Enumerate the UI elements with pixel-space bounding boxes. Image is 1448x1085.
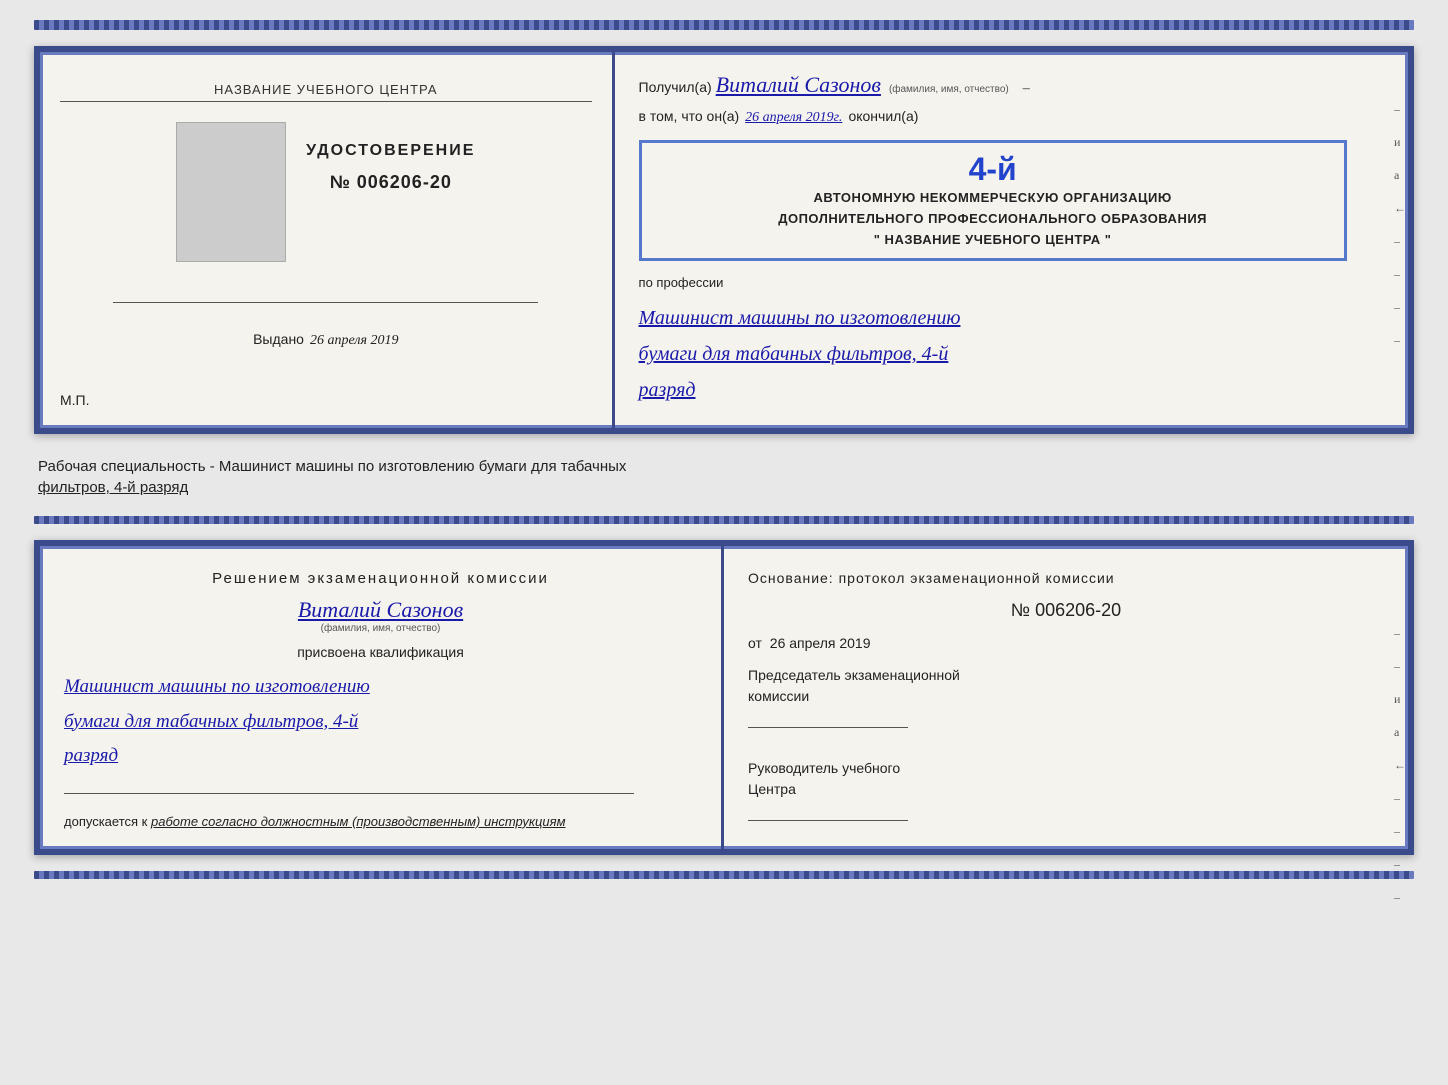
bottom-side-a: а bbox=[1394, 725, 1406, 740]
recipient-line: Получил(а) Виталий Сазонов (фамилия, имя… bbox=[639, 72, 1384, 98]
side-dash1: – bbox=[1394, 102, 1406, 117]
prisvoena-label: присвоена квалификация bbox=[64, 644, 697, 660]
ot-line: от 26 апреля 2019 bbox=[748, 635, 1384, 651]
side-dash3: – bbox=[1394, 267, 1406, 282]
cert-number: № 006206-20 bbox=[330, 172, 452, 193]
bottom-certificate: Решением экзаменационной комиссии Витали… bbox=[34, 540, 1414, 855]
dopuskaetsya-block: допускается к работе согласно должностны… bbox=[64, 814, 697, 829]
dash-right: – bbox=[1023, 81, 1030, 97]
side-arrow: ← bbox=[1394, 201, 1406, 216]
cert-left-panel: НАЗВАНИЕ УЧЕБНОГО ЦЕНТРА УДОСТОВЕРЕНИЕ №… bbox=[40, 52, 615, 428]
ot-prefix: от bbox=[748, 635, 762, 651]
bottom-profession-line1: Машинист машины по изготовлению bbox=[64, 670, 697, 704]
side-i: и bbox=[1394, 135, 1406, 150]
po-professii-label: по профессии bbox=[639, 275, 724, 290]
osnovanie-label: Основание: протокол экзаменационной коми… bbox=[748, 570, 1384, 586]
bottom-profession-block: Машинист машины по изготовлению бумаги д… bbox=[64, 670, 697, 773]
side-dash4: – bbox=[1394, 300, 1406, 315]
between-text-line1: Рабочая специальность - Машинист машины … bbox=[38, 458, 626, 475]
bottom-profession-line3: разряд bbox=[64, 739, 697, 773]
predsedatel-line1: Председатель экзаменационной bbox=[748, 665, 1384, 686]
rukovoditel-line2: Центра bbox=[748, 779, 1384, 800]
side-a: а bbox=[1394, 168, 1406, 183]
bottom-side-dash6: – bbox=[1394, 890, 1406, 905]
stamp-line3: " НАЗВАНИЕ УЧЕБНОГО ЦЕНТРА " bbox=[654, 230, 1332, 251]
profession-line2: бумаги для табачных фильтров, 4-й bbox=[639, 336, 1384, 372]
ot-date: 26 апреля 2019 bbox=[770, 635, 871, 651]
komissia-heading: Решением экзаменационной комиссии bbox=[64, 570, 697, 587]
mp-label: М.П. bbox=[60, 392, 90, 408]
top-certificate: НАЗВАНИЕ УЧЕБНОГО ЦЕНТРА УДОСТОВЕРЕНИЕ №… bbox=[34, 46, 1414, 434]
protocol-number: № 006206-20 bbox=[748, 600, 1384, 621]
issued-label: Выдано bbox=[253, 331, 304, 347]
bottom-side-dash3: – bbox=[1394, 791, 1406, 806]
side-dash2: – bbox=[1394, 234, 1406, 249]
bottom-side-dash4: – bbox=[1394, 824, 1406, 839]
stamp-line1: АВТОНОМНУЮ НЕКОММЕРЧЕСКУЮ ОРГАНИЗАЦИЮ bbox=[654, 188, 1332, 209]
profession-line3: разряд bbox=[639, 372, 1384, 408]
bottom-right-panel: Основание: протокол экзаменационной коми… bbox=[724, 546, 1408, 849]
rukovoditel-sig-line bbox=[748, 820, 908, 821]
stamp-block: 4-й АВТОНОМНУЮ НЕКОММЕРЧЕСКУЮ ОРГАНИЗАЦИ… bbox=[639, 140, 1347, 261]
v-tom-label: в том, что он(а) bbox=[639, 108, 740, 124]
v-tom-line: в том, что он(а) 26 апреля 2019г. окончи… bbox=[639, 108, 1384, 126]
bottom-side-dash2: – bbox=[1394, 659, 1406, 674]
side-marks: – и а ← – – – – bbox=[1394, 102, 1406, 348]
recipient-prefix: Получил(а) bbox=[639, 79, 712, 95]
bottom-side-arrow: ← bbox=[1394, 758, 1406, 773]
cert-title: УДОСТОВЕРЕНИЕ bbox=[306, 142, 475, 160]
profession-block: Машинист машины по изготовлению бумаги д… bbox=[639, 300, 1384, 408]
photo-placeholder bbox=[176, 122, 286, 262]
between-text-line2: фильтров, 4-й разряд bbox=[38, 479, 188, 496]
okonchil-label: окончил(а) bbox=[848, 108, 918, 124]
bottom-fio-hint: (фамилия, имя, отчество) bbox=[64, 623, 697, 634]
org-name-label: НАЗВАНИЕ УЧЕБНОГО ЦЕНТРА bbox=[60, 82, 592, 102]
dopusk-text: работе согласно должностным (производств… bbox=[151, 814, 566, 829]
bottom-side-dash1: – bbox=[1394, 626, 1406, 641]
cert-right-panel: Получил(а) Виталий Сазонов (фамилия, имя… bbox=[615, 52, 1408, 428]
v-tom-date: 26 апреля 2019г. bbox=[745, 110, 842, 126]
predsedatel-line2: комиссии bbox=[748, 686, 1384, 707]
profession-line1: Машинист машины по изготовлению bbox=[639, 300, 1384, 336]
bottom-side-i: и bbox=[1394, 692, 1406, 707]
dopusk-prefix: допускается к bbox=[64, 814, 147, 829]
rukovoditel-block: Руководитель учебного Центра bbox=[748, 758, 1384, 821]
predsedatel-sig-line bbox=[748, 727, 908, 728]
bottom-profession-line2: бумаги для табачных фильтров, 4-й bbox=[64, 705, 697, 739]
side-dash5: – bbox=[1394, 333, 1406, 348]
between-text-block: Рабочая специальность - Машинист машины … bbox=[34, 450, 1414, 500]
issued-date: 26 апреля 2019 bbox=[310, 333, 398, 349]
bottom-side-dash5: – bbox=[1394, 857, 1406, 872]
rukovoditel-line1: Руководитель учебного bbox=[748, 758, 1384, 779]
recipient-name: Виталий Сазонов bbox=[716, 72, 881, 98]
bottom-left-panel: Решением экзаменационной комиссии Витали… bbox=[40, 546, 724, 849]
bottom-person-name: Виталий Сазонов bbox=[64, 597, 697, 623]
fio-hint: (фамилия, имя, отчество) bbox=[889, 84, 1009, 95]
predsedatel-block: Председатель экзаменационной комиссии bbox=[748, 665, 1384, 728]
stamp-number: 4-й bbox=[654, 151, 1332, 188]
stamp-line2: ДОПОЛНИТЕЛЬНОГО ПРОФЕССИОНАЛЬНОГО ОБРАЗО… bbox=[654, 209, 1332, 230]
bottom-side-marks: – – и а ← – – – – bbox=[1394, 626, 1406, 905]
